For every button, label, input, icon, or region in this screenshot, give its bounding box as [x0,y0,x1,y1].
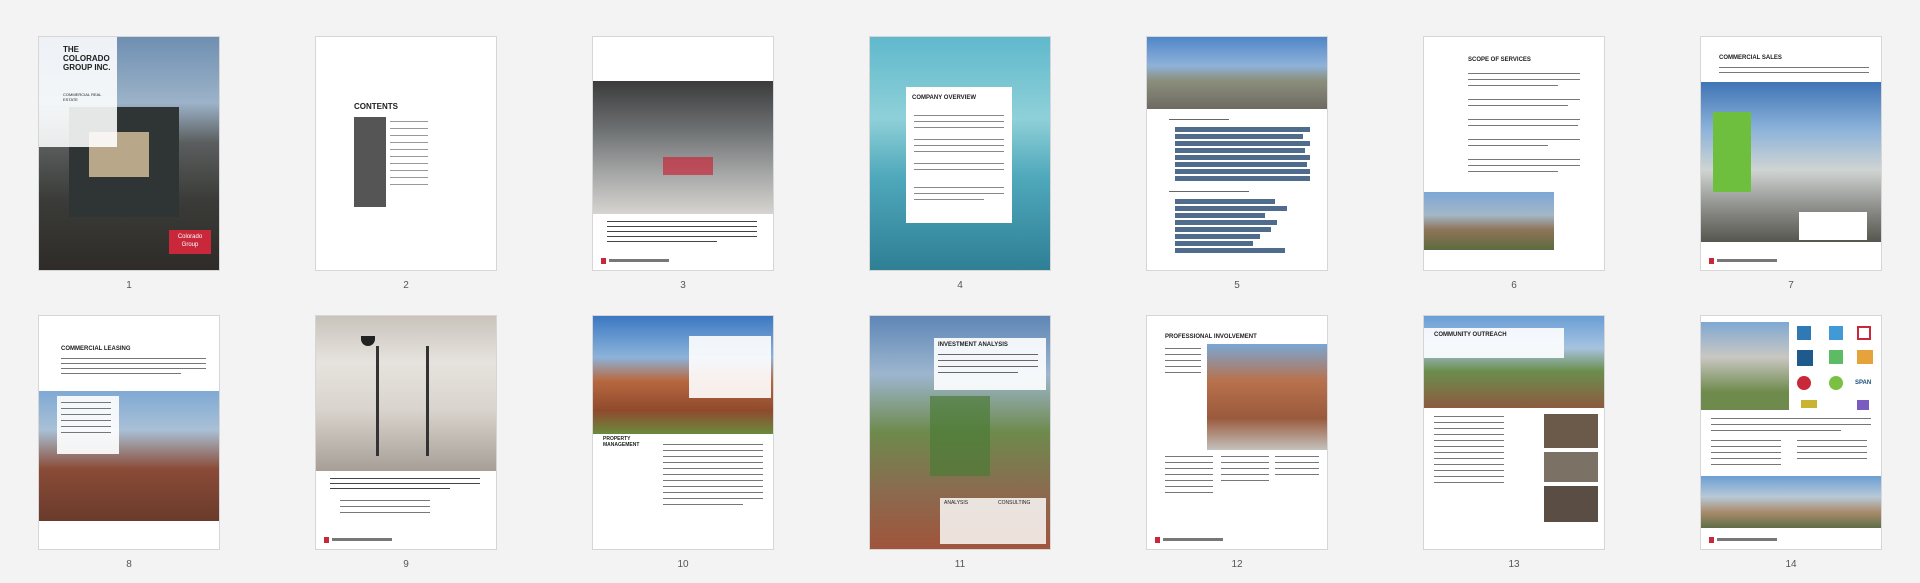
page-10-preview[interactable]: PROPERTY MANAGEMENT [592,315,774,550]
partner-logo-4 [1797,350,1813,366]
page-number-13: 13 [1508,559,1520,570]
analysis-label: ANALYSIS [944,500,969,506]
page-thumbnail-14[interactable]: SPAN 14 [1700,315,1882,575]
partner-logo-2 [1829,326,1843,340]
event-photo-3 [1544,486,1598,522]
partner-logo-3 [1857,326,1871,340]
page-8-title: COMMERCIAL LEASING [61,346,131,352]
partner-logo-1 [1797,326,1811,340]
page-13-preview[interactable]: COMMUNITY OUTREACH [1423,315,1605,550]
house-photo [1424,192,1554,250]
street-photo [1701,476,1881,528]
page-thumbnail-10[interactable]: PROPERTY MANAGEMENT 10 [592,315,774,575]
page-7-preview[interactable]: COMMERCIAL SALES [1700,36,1882,271]
page-thumbnail-6[interactable]: SCOPE OF SERVICES 6 [1423,36,1605,296]
page-thumbnail-9[interactable]: 9 [315,315,497,575]
page-thumbnail-5[interactable]: 5 [1146,36,1328,296]
partner-logo-6 [1857,350,1873,364]
page-number-3: 3 [680,280,686,291]
page-11-title: INVESTMENT ANALYSIS [938,342,1008,348]
page-number-6: 6 [1511,280,1517,291]
page-number-4: 4 [957,280,963,291]
page-2-title: CONTENTS [354,102,398,111]
colorado-group-logo: Colorado Group [169,230,211,254]
page-number-1: 1 [126,280,132,291]
aerial-photo [1147,37,1327,109]
page-6-preview[interactable]: SCOPE OF SERVICES [1423,36,1605,271]
page-number-5: 5 [1234,280,1240,291]
page-thumbnail-2[interactable]: CONTENTS 2 [315,36,497,296]
office-photo [593,81,773,214]
partner-logo-7 [1797,376,1811,390]
page-2-preview[interactable]: CONTENTS [315,36,497,271]
storefront-photo [1207,344,1327,450]
page-thumbnail-13[interactable]: COMMUNITY OUTREACH 13 [1423,315,1605,575]
page-6-title: SCOPE OF SERVICES [1468,57,1531,63]
caption-panel [1799,212,1867,240]
page-4-title: COMPANY OVERVIEW [912,95,977,101]
page-9-preview[interactable] [315,315,497,550]
page-12-preview[interactable]: PROFESSIONAL INVOLVEMENT [1146,315,1328,550]
page-13-title: COMMUNITY OUTREACH [1434,332,1507,338]
page-number-11: 11 [954,559,966,570]
page-10-title: PROPERTY MANAGEMENT [603,436,640,448]
overview-panel [906,87,1012,223]
hallway-photo [316,316,496,471]
page-thumbnail-7[interactable]: COMMERCIAL SALES 7 [1700,36,1882,296]
page-thumbnail-3[interactable]: 3 [592,36,774,296]
office-exterior-photo [1701,322,1789,410]
partner-logo-5 [1829,350,1843,364]
page-number-14: 14 [1785,559,1797,570]
page-thumbnail-11[interactable]: INVESTMENT ANALYSIS ANALYSIS CONSULTING … [869,315,1051,575]
partner-logo-10 [1857,400,1869,410]
services-panel [57,396,119,454]
page-number-12: 12 [1231,559,1243,570]
page-thumbnail-4[interactable]: COMPANY OVERVIEW 4 [869,36,1051,296]
page-14-preview[interactable]: SPAN [1700,315,1882,550]
page-number-7: 7 [1788,280,1794,291]
page-1-preview[interactable]: THE COLORADO GROUP INC. COMMERCIAL REAL … [38,36,220,271]
page-number-9: 9 [403,559,409,570]
page-3-preview[interactable] [592,36,774,271]
page-4-preview[interactable]: COMPANY OVERVIEW [869,36,1051,271]
page-11-preview[interactable]: INVESTMENT ANALYSIS ANALYSIS CONSULTING [869,315,1051,550]
consulting-label: CONSULTING [998,500,1031,506]
partner-logo-8 [1829,376,1843,390]
chairs-shape [663,157,713,175]
page-number-10: 10 [677,559,689,570]
contents-sidebar [354,117,386,207]
event-photo-1 [1544,414,1598,448]
page-12-title: PROFESSIONAL INVOLVEMENT [1165,334,1257,340]
trees-shape [930,396,990,476]
page-8-preview[interactable]: COMMERCIAL LEASING [38,315,220,550]
page-number-2: 2 [403,280,409,291]
span-logo: SPAN [1855,380,1872,386]
page-number-8: 8 [126,559,132,570]
page-1-title: THE COLORADO GROUP INC. [63,45,111,72]
partner-logo-9 [1801,400,1817,408]
page-7-title: COMMERCIAL SALES [1719,55,1782,61]
page-grid: THE COLORADO GROUP INC. COMMERCIAL REAL … [0,0,1920,583]
page-thumbnail-8[interactable]: COMMERCIAL LEASING 8 [38,315,220,575]
event-photo-2 [1544,452,1598,482]
page-1-subtitle: COMMERCIAL REAL ESTATE [63,92,102,102]
pm-intro-panel [689,336,771,398]
page-5-preview[interactable] [1146,36,1328,271]
page-thumbnail-1[interactable]: THE COLORADO GROUP INC. COMMERCIAL REAL … [38,36,220,296]
page-thumbnail-12[interactable]: PROFESSIONAL INVOLVEMENT 12 [1146,315,1328,575]
green-facade [1713,112,1751,192]
